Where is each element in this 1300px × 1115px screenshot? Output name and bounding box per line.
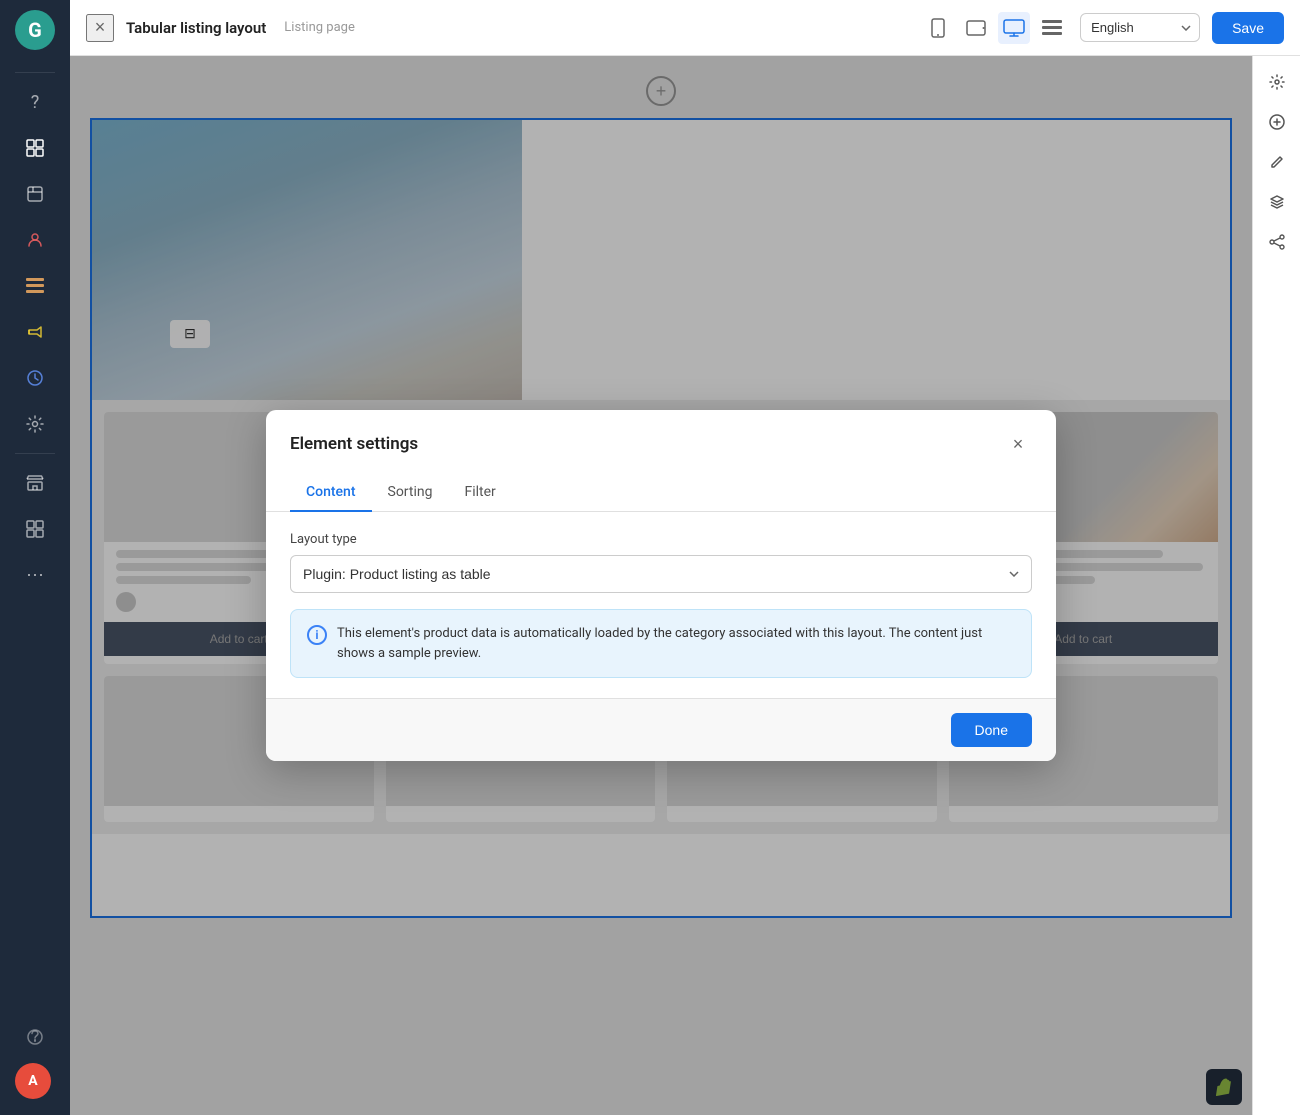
sidebar-item-help[interactable] bbox=[15, 1017, 55, 1057]
list-view-btn[interactable] bbox=[1036, 12, 1068, 44]
right-panel bbox=[1252, 56, 1300, 1115]
close-button[interactable]: × bbox=[86, 14, 114, 42]
mobile-device-btn[interactable] bbox=[922, 12, 954, 44]
left-sidebar: G ? ⋯ A bbox=[0, 0, 70, 1115]
sidebar-item-question[interactable]: ? bbox=[15, 82, 55, 122]
right-layers-icon[interactable] bbox=[1261, 186, 1293, 218]
info-box: i This element's product data is automat… bbox=[290, 609, 1032, 678]
sidebar-item-settings[interactable] bbox=[15, 404, 55, 444]
tablet-device-btn[interactable] bbox=[960, 12, 992, 44]
right-edit-icon[interactable] bbox=[1261, 146, 1293, 178]
user-avatar[interactable]: A bbox=[15, 1063, 51, 1099]
modal-close-button[interactable]: × bbox=[1004, 430, 1032, 458]
page-title: Tabular listing layout bbox=[126, 19, 266, 37]
page-canvas[interactable]: + ⊟ bbox=[70, 56, 1252, 1115]
app-logo[interactable]: G bbox=[15, 10, 55, 50]
layout-type-label: Layout type bbox=[290, 532, 1032, 547]
modal-overlay: Element settings × Content Sorting Filte… bbox=[70, 56, 1252, 1115]
right-share-icon[interactable] bbox=[1261, 226, 1293, 258]
modal-body: Layout type Plugin: Product listing as t… bbox=[266, 512, 1056, 698]
desktop-device-btn[interactable] bbox=[998, 12, 1030, 44]
modal-title: Element settings bbox=[290, 434, 418, 454]
canvas-area: + ⊟ bbox=[70, 56, 1300, 1115]
modal-footer: Done bbox=[266, 698, 1056, 761]
sidebar-item-layers[interactable] bbox=[15, 128, 55, 168]
tab-filter[interactable]: Filter bbox=[448, 474, 511, 512]
main-content: × Tabular listing layout Listing page En… bbox=[70, 0, 1300, 1115]
sidebar-divider-2 bbox=[15, 453, 55, 454]
done-button[interactable]: Done bbox=[951, 713, 1032, 747]
info-text: This element's product data is automatic… bbox=[337, 624, 1015, 663]
sidebar-bottom: A bbox=[15, 1014, 55, 1105]
right-add-icon[interactable] bbox=[1261, 106, 1293, 138]
sidebar-item-megaphone[interactable] bbox=[15, 312, 55, 352]
sidebar-item-users[interactable] bbox=[15, 220, 55, 260]
sidebar-item-package[interactable] bbox=[15, 174, 55, 214]
sidebar-item-grid[interactable] bbox=[15, 509, 55, 549]
topbar: × Tabular listing layout Listing page En… bbox=[70, 0, 1300, 56]
layout-type-select[interactable]: Plugin: Product listing as table bbox=[290, 555, 1032, 593]
element-settings-modal: Element settings × Content Sorting Filte… bbox=[266, 410, 1056, 761]
language-select[interactable]: English bbox=[1080, 13, 1200, 42]
save-button[interactable]: Save bbox=[1212, 12, 1284, 44]
modal-tabs: Content Sorting Filter bbox=[266, 474, 1056, 512]
sidebar-divider bbox=[15, 72, 55, 73]
sidebar-item-list[interactable] bbox=[15, 266, 55, 306]
sidebar-item-circle[interactable] bbox=[15, 358, 55, 398]
page-subtitle: Listing page bbox=[284, 20, 355, 35]
device-switcher bbox=[922, 12, 1068, 44]
info-icon: i bbox=[307, 625, 327, 645]
sidebar-item-more[interactable]: ⋯ bbox=[15, 555, 55, 595]
tab-content[interactable]: Content bbox=[290, 474, 372, 512]
modal-header: Element settings × bbox=[266, 410, 1056, 458]
tab-sorting[interactable]: Sorting bbox=[372, 474, 449, 512]
sidebar-item-store[interactable] bbox=[15, 463, 55, 503]
right-settings-icon[interactable] bbox=[1261, 66, 1293, 98]
